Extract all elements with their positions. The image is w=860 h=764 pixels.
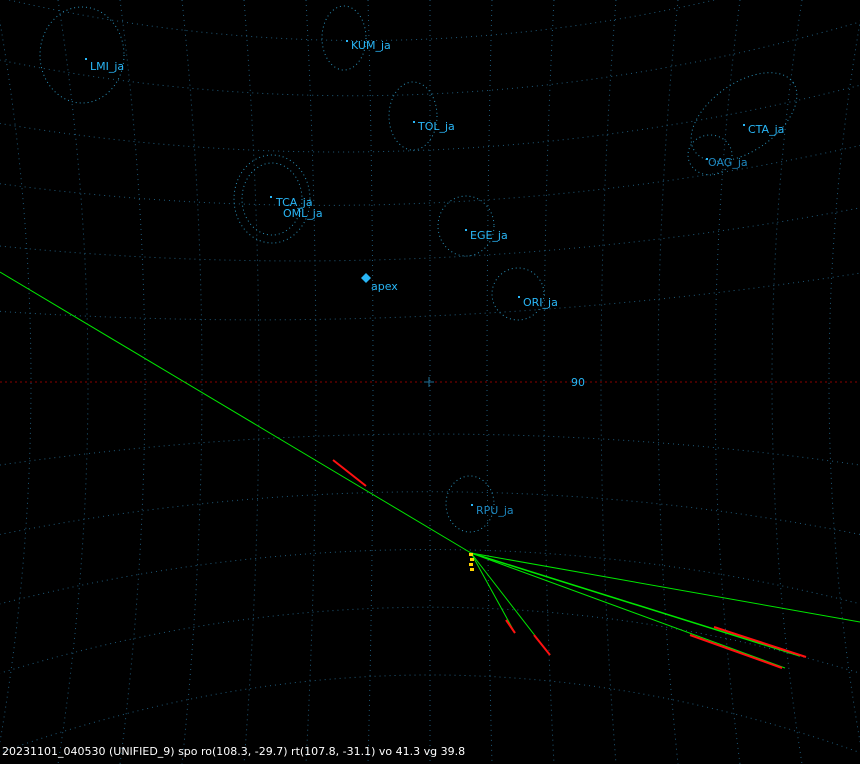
meteor-head bbox=[713, 626, 807, 658]
radiant-dot bbox=[518, 296, 520, 298]
grid-line bbox=[0, 272, 860, 321]
radiant-label[interactable]: CTA_ja bbox=[748, 123, 784, 136]
meteor-head bbox=[533, 634, 551, 656]
grid-line bbox=[0, 606, 860, 674]
meteor-head bbox=[689, 634, 783, 669]
radiant-dot bbox=[465, 229, 467, 231]
radiant-circle bbox=[491, 267, 545, 321]
meteor-head bbox=[332, 459, 367, 487]
radiant-label[interactable]: KUM_ja bbox=[351, 39, 391, 52]
meteor-track[interactable] bbox=[0, 271, 472, 554]
radiant-dot bbox=[346, 40, 348, 42]
radiant-label[interactable]: LMI_ja bbox=[90, 60, 124, 73]
radiant-circles bbox=[39, 5, 798, 533]
radiant-dot bbox=[413, 121, 415, 123]
radiant-circle bbox=[687, 134, 733, 176]
radiant-label[interactable]: TOL_ja bbox=[417, 120, 455, 133]
radiant-label[interactable]: OML_ja bbox=[283, 207, 323, 220]
grid-line bbox=[57, 0, 89, 764]
apex-marker[interactable]: apex bbox=[361, 273, 398, 293]
sky-chart: 90 LMI_jaKUM_jaTOL_ja CTA_jaOAG_jaTCA_jaO… bbox=[0, 0, 860, 764]
grid-line bbox=[600, 0, 617, 764]
radiant-dot bbox=[270, 196, 272, 198]
radiant-label[interactable]: OAG_ja bbox=[708, 156, 748, 169]
radiant-dot bbox=[85, 58, 87, 60]
meteor-track[interactable] bbox=[470, 552, 860, 623]
radiant-label[interactable]: EGE_ja bbox=[470, 229, 508, 242]
apex-label: apex bbox=[371, 280, 398, 293]
radiant-labels: LMI_jaKUM_jaTOL_ja CTA_jaOAG_jaTCA_jaOML_… bbox=[85, 39, 784, 517]
crosshair-icon bbox=[424, 377, 434, 387]
status-bar: 20231101_040530 (UNIFIED_9) spo ro(108.3… bbox=[2, 745, 466, 758]
apex-icon bbox=[361, 273, 371, 283]
sky-view[interactable]: 90 LMI_ja KUM_ja TOL_ja CTA_ja OAG_ja TCA_ja O… bbox=[0, 0, 860, 764]
radiant-circle bbox=[321, 5, 367, 71]
radiant-circle bbox=[39, 6, 125, 104]
azimuth-label: 90 bbox=[571, 376, 585, 389]
radiant-label[interactable]: ORI_ja bbox=[523, 296, 558, 309]
radiant-dot bbox=[743, 124, 745, 126]
meteor-track[interactable] bbox=[470, 552, 801, 657]
radiant-dot bbox=[471, 504, 473, 506]
grid-line bbox=[0, 207, 860, 262]
radiant-circle bbox=[437, 195, 495, 257]
radiant-label[interactable]: RPU_ja bbox=[476, 504, 514, 517]
meteor-head bbox=[505, 619, 516, 634]
